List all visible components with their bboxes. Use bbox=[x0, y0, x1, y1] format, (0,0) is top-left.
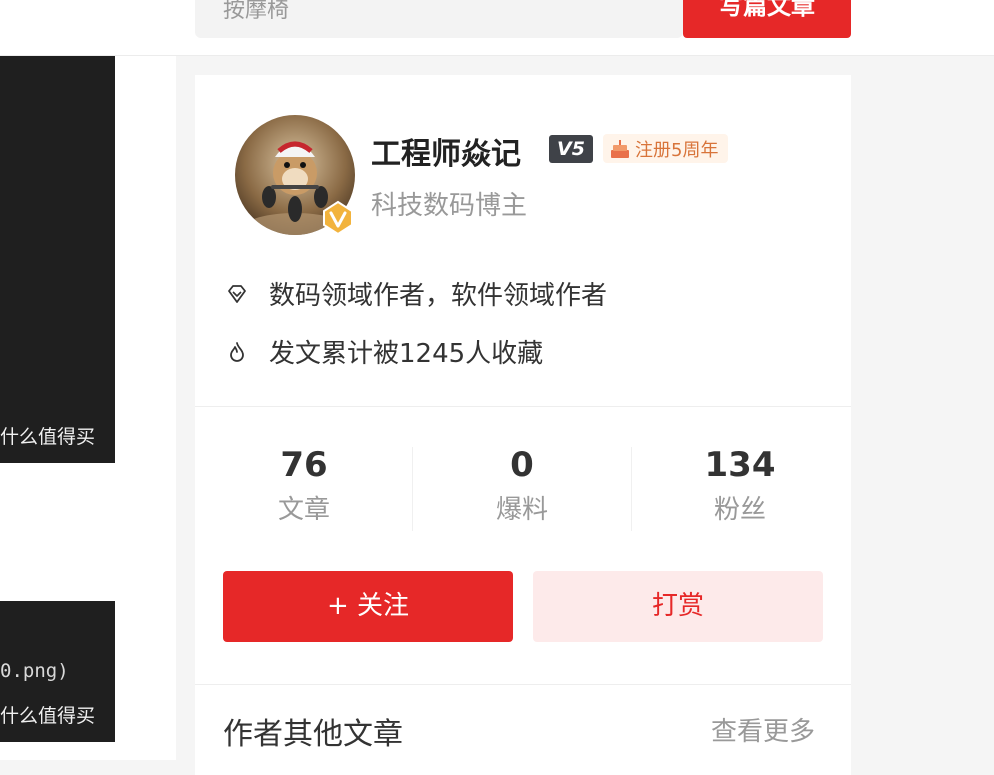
view-more-link[interactable]: 查看更多 bbox=[711, 711, 815, 748]
search-input[interactable]: 按摩椅 bbox=[195, 0, 683, 38]
follow-button[interactable]: + 关注 bbox=[223, 571, 513, 642]
write-article-button[interactable]: 写篇文章 bbox=[683, 0, 851, 38]
code-snippet: 0.png) bbox=[0, 660, 69, 682]
tip-button[interactable]: 打赏 bbox=[533, 571, 823, 642]
other-articles-title: 作者其他文章 bbox=[223, 717, 403, 752]
author-name[interactable]: 工程师焱记 bbox=[371, 129, 521, 173]
author-favorites-text: 发文累计被1245人收藏 bbox=[269, 339, 544, 369]
author-field-text: 数码领域作者，软件领域作者 bbox=[269, 281, 608, 311]
article-image[interactable] bbox=[0, 56, 115, 463]
stat-followers[interactable]: 134 粉丝 bbox=[631, 443, 849, 527]
stat-value: 76 bbox=[280, 445, 328, 485]
image-watermark: 什么值得买 bbox=[0, 426, 96, 448]
author-field-info: 数码领域作者，软件领域作者 bbox=[225, 275, 607, 312]
author-card: 工程师焱记 V5 注册5周年 科技数码博主 数码领域作者，软件领域作者 发文累计… bbox=[195, 75, 851, 775]
level-badge: V5 bbox=[549, 135, 593, 163]
divider bbox=[195, 406, 851, 407]
top-header: 按摩椅 写篇文章 bbox=[0, 0, 994, 56]
flame-icon bbox=[230, 341, 244, 362]
stat-label: 文章 bbox=[277, 495, 330, 525]
verified-badge-icon bbox=[323, 200, 353, 236]
stat-value: 134 bbox=[704, 445, 776, 485]
stat-articles[interactable]: 76 文章 bbox=[195, 443, 413, 527]
author-favorites-info: 发文累计被1245人收藏 bbox=[225, 333, 543, 370]
anniversary-label: 注册5周年 bbox=[635, 139, 719, 161]
diamond-icon bbox=[228, 284, 246, 303]
stat-label: 粉丝 bbox=[713, 495, 766, 525]
anniversary-badge: 注册5周年 bbox=[603, 134, 729, 163]
divider bbox=[195, 684, 851, 685]
image-watermark: 什么值得买 bbox=[0, 705, 96, 727]
author-title: 科技数码博主 bbox=[371, 191, 528, 221]
stat-tips[interactable]: 0 爆料 bbox=[413, 443, 631, 527]
cake-icon bbox=[611, 139, 629, 158]
stat-label: 爆料 bbox=[495, 495, 548, 525]
search-query: 按摩椅 bbox=[223, 0, 290, 23]
stat-value: 0 bbox=[510, 445, 534, 485]
